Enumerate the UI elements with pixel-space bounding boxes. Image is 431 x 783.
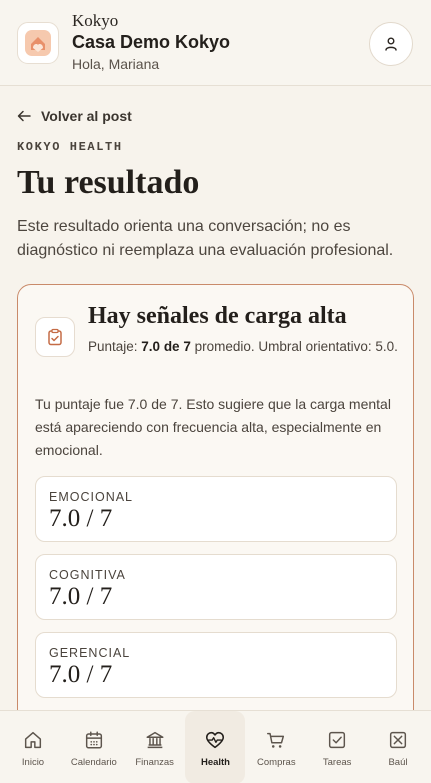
nav-item-tareas[interactable]: Tareas <box>307 711 367 783</box>
brand-kicker: Kokyo <box>72 11 119 30</box>
checkbox-icon <box>329 731 346 749</box>
nav-item-health[interactable]: Health <box>185 711 246 783</box>
bottom-nav: Inicio Calendario Finanzas Health Compra… <box>0 710 431 783</box>
dimension-card-gerencial: GERENCIAL 7.0 / 7 <box>35 632 397 698</box>
nav-item-compras[interactable]: Compras <box>246 711 306 783</box>
nav-label: Compras <box>257 757 296 768</box>
dimension-label: COGNITIVA <box>49 568 126 582</box>
heart-pulse-icon <box>206 731 225 749</box>
kokyo-logo[interactable] <box>17 22 59 64</box>
home-icon <box>24 731 42 749</box>
dimension-value: 7.0 / 7 <box>49 583 113 610</box>
calendar-icon <box>85 731 102 749</box>
nav-label: Tareas <box>322 757 352 768</box>
bank-icon <box>146 731 164 749</box>
score-prefix: Puntaje: <box>88 339 142 354</box>
user-icon <box>385 37 397 51</box>
app-screen: Kokyo Casa Demo Kokyo Hola, Mariana Volv… <box>0 0 431 783</box>
app-header: Kokyo Casa Demo Kokyo Hola, Mariana <box>0 0 431 86</box>
nav-label: Finanzas <box>135 757 174 768</box>
nav-label: Health <box>200 757 230 768</box>
home-hands-icon <box>25 30 51 56</box>
nav-label: Calendario <box>70 757 117 768</box>
back-to-post-link[interactable]: Volver al post <box>17 108 132 124</box>
result-heading: Hay señales de carga alta <box>88 303 347 329</box>
dimension-value: 7.0 / 7 <box>49 505 113 532</box>
nav-label: Inicio <box>21 757 45 768</box>
back-link-label: Volver al post <box>41 108 132 124</box>
page-title: Tu resultado <box>17 164 200 201</box>
greeting-text: Hola, Mariana <box>72 56 160 72</box>
cart-icon <box>267 732 285 748</box>
dimension-label: GERENCIAL <box>49 646 131 660</box>
nav-item-finanzas[interactable]: Finanzas <box>125 711 185 783</box>
dimension-value: 7.0 / 7 <box>49 661 113 688</box>
score-value: 7.0 de 7 <box>141 339 191 354</box>
result-score: Puntaje: 7.0 de 7 promedio. Umbral orien… <box>88 337 398 357</box>
box-icon <box>389 731 407 749</box>
nav-item-inicio[interactable]: Inicio <box>3 711 63 783</box>
nav-label: Baúl <box>388 757 408 768</box>
arrow-left-icon <box>17 110 31 122</box>
result-icon-box <box>35 317 75 357</box>
dimension-card-emocional: EMOCIONAL 7.0 / 7 <box>35 476 397 542</box>
clipboard-check-icon <box>48 328 62 346</box>
dimension-card-cognitiva: COGNITIVA 7.0 / 7 <box>35 554 397 620</box>
dimension-label: EMOCIONAL <box>49 490 134 504</box>
section-eyebrow: KOKYO HEALTH <box>17 140 123 154</box>
nav-item-baul[interactable]: Baúl <box>368 711 428 783</box>
result-card: Hay señales de carga alta Puntaje: 7.0 d… <box>17 284 414 744</box>
result-description: Tu puntaje fue 7.0 de 7. Esto sugiere qu… <box>35 396 391 458</box>
disclaimer-text: Este resultado orienta una conversación;… <box>17 218 394 259</box>
score-suffix: promedio. Umbral orientativo: 5.0. <box>190 339 398 354</box>
nav-item-calendario[interactable]: Calendario <box>64 711 124 783</box>
household-title: Casa Demo Kokyo <box>72 32 231 52</box>
profile-button[interactable] <box>369 22 413 66</box>
